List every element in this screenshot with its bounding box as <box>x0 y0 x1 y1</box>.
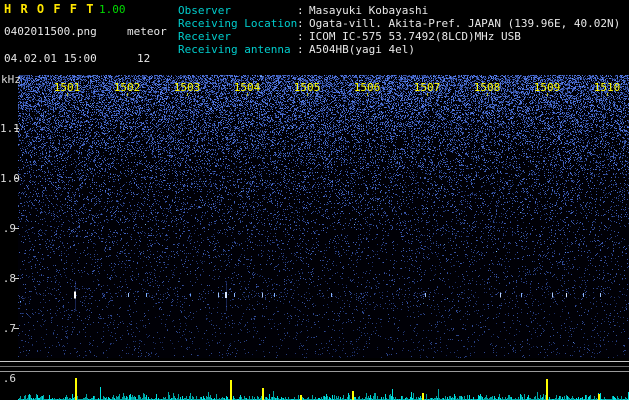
info-label: Observer <box>178 4 231 17</box>
freq-tick-mark <box>14 178 19 179</box>
freq-unit-label: kHz <box>1 73 21 86</box>
info-row: Observer: Masayuki Kobayashi <box>178 4 620 17</box>
freq-tick-mark <box>14 228 19 229</box>
freq-tick-mark <box>14 328 19 329</box>
info-row: Receiver: ICOM IC-575 53.7492(8LCD)MHz US… <box>178 30 620 43</box>
info-separator: : <box>297 4 304 17</box>
signal-level-canvas <box>18 376 629 400</box>
app-title: H R O F F T <box>4 2 95 16</box>
time-tick-mark <box>547 93 548 96</box>
time-tick-mark <box>67 93 68 96</box>
mode-label: meteor <box>127 25 167 38</box>
time-tick-mark <box>427 93 428 96</box>
output-filename: 0402011500.png <box>4 25 97 38</box>
time-tick-mark <box>247 93 248 96</box>
info-label: Receiver <box>178 30 231 43</box>
info-label: Receiving Location <box>178 17 298 30</box>
meteor-count: 12 <box>137 52 151 65</box>
freq-tick-label: .6 <box>2 372 16 385</box>
time-tick-mark <box>127 93 128 96</box>
frame-datetime: 04.02.01 15:00 <box>4 52 97 65</box>
level-grid-line <box>0 371 629 372</box>
info-separator: : <box>297 17 304 30</box>
info-row: Receiving antenna: A504HB(yagi 4el) <box>178 43 620 56</box>
info-value: ICOM IC-575 53.7492(8LCD)MHz USB <box>309 30 521 43</box>
level-grid-line <box>0 361 629 362</box>
time-tick-mark <box>487 93 488 96</box>
station-info: Observer: Masayuki Kobayashi Receiving Lo… <box>178 4 620 56</box>
app-version: 1.00 <box>99 3 126 16</box>
freq-tick-mark <box>14 278 19 279</box>
time-tick-mark <box>307 93 308 96</box>
info-row: Receiving Location: Ogata-vill. Akita-Pre… <box>178 17 620 30</box>
info-value: Masayuki Kobayashi <box>309 4 429 17</box>
time-tick-mark <box>187 93 188 96</box>
info-value: Ogata-vill. Akita-Pref. JAPAN (139.96E, … <box>309 17 621 30</box>
level-grid-line <box>0 366 629 367</box>
freq-tick-mark <box>14 128 19 129</box>
time-tick-mark <box>607 93 608 96</box>
info-label: Receiving antenna <box>178 43 291 56</box>
info-value: A504HB(yagi 4el) <box>309 43 415 56</box>
time-tick-mark <box>367 93 368 96</box>
hrofft-screen: H R O F F T 1.00 0402011500.png meteor 0… <box>0 0 629 400</box>
spectrogram-canvas <box>18 75 629 358</box>
info-separator: : <box>297 43 304 56</box>
info-separator: : <box>297 30 304 43</box>
